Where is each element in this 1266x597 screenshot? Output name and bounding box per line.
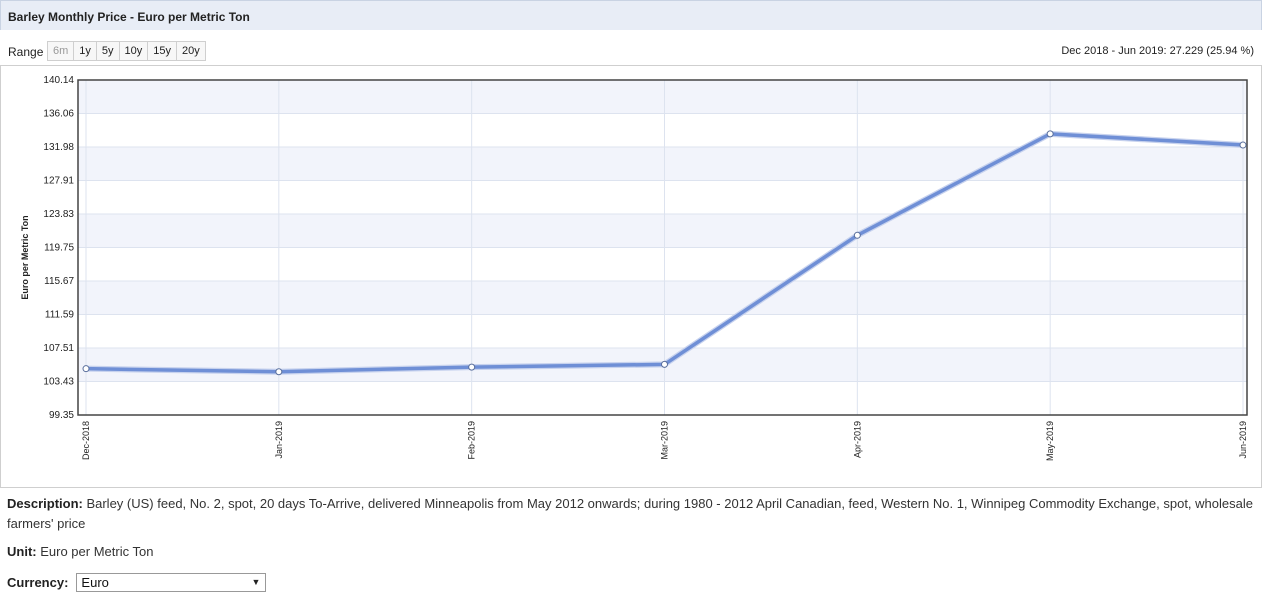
x-tick-label: Feb-2019 xyxy=(467,421,477,460)
data-point xyxy=(1239,141,1247,149)
plot-band xyxy=(78,214,1247,248)
data-point xyxy=(468,363,476,371)
range-button-group: 6m 1y 5y 10y 15y 20y xyxy=(47,41,206,61)
plot-band xyxy=(78,281,1247,315)
x-tick-label: Jan-2019 xyxy=(274,421,284,459)
range-change-summary: Dec 2018 - Jun 2019: 27.229 (25.94 %) xyxy=(1061,45,1254,57)
page-title: Barley Monthly Price - Euro per Metric T… xyxy=(8,10,250,24)
data-point xyxy=(275,368,283,376)
range-button-20y[interactable]: 20y xyxy=(176,41,206,61)
range-button-6m[interactable]: 6m xyxy=(47,41,75,61)
unit-label: Unit: xyxy=(7,544,37,559)
x-tick-label: Jun-2019 xyxy=(1238,421,1248,459)
currency-label: Currency: xyxy=(7,575,69,590)
unit-row: Unit: Euro per Metric Ton xyxy=(7,544,153,559)
range-button-1y[interactable]: 1y xyxy=(73,41,97,61)
range-selector: Range 6m 1y 5y 10y 15y 20y Dec 2018 - Ju… xyxy=(0,40,1262,62)
x-tick-label: Mar-2019 xyxy=(660,421,670,460)
currency-selected-value: Euro xyxy=(81,575,109,590)
page: Barley Monthly Price - Euro per Metric T… xyxy=(0,0,1266,597)
line-chart: 140.14 136.06 131.98 127.91 123.83 119.75 115.… xyxy=(20,75,1248,461)
data-point xyxy=(661,360,668,368)
data-point xyxy=(1046,130,1054,138)
y-tick-label: 103.43 xyxy=(43,377,74,388)
description: Description: Barley (US) feed, No. 2, sp… xyxy=(7,494,1257,534)
range-button-15y[interactable]: 15y xyxy=(147,41,178,61)
x-tick-label: May-2019 xyxy=(1045,421,1055,461)
range-label: Range xyxy=(8,45,44,59)
description-label: Description: xyxy=(7,496,83,511)
range-button-5y[interactable]: 5y xyxy=(95,41,120,61)
unit-value: Euro per Metric Ton xyxy=(36,544,154,559)
plot-band xyxy=(78,147,1247,181)
range-button-10y[interactable]: 10y xyxy=(118,41,149,61)
description-text: Barley (US) feed, No. 2, spot, 20 days T… xyxy=(7,496,1253,531)
chevron-down-icon: ▼ xyxy=(251,577,261,587)
y-tick-label: 111.59 xyxy=(45,310,75,321)
y-axis-title: Euro per Metric Ton xyxy=(20,215,30,299)
y-tick-label: 123.83 xyxy=(43,209,74,220)
chart-header: Barley Monthly Price - Euro per Metric T… xyxy=(0,0,1262,30)
x-tick-label: Apr-2019 xyxy=(852,421,862,458)
y-tick-label: 127.91 xyxy=(43,176,74,187)
y-tick-label: 107.51 xyxy=(43,343,74,354)
y-tick-label: 119.75 xyxy=(44,243,74,254)
currency-row: Currency: Euro ▼ xyxy=(7,573,267,592)
plot-band xyxy=(78,80,1247,114)
data-point xyxy=(853,231,861,239)
data-point xyxy=(82,365,90,373)
chart-container: 140.14 136.06 131.98 127.91 123.83 119.75 115.… xyxy=(0,65,1262,488)
x-tick-label: Dec-2018 xyxy=(81,421,91,460)
y-tick-label: 99.35 xyxy=(49,410,74,421)
y-tick-label: 115.67 xyxy=(44,276,74,287)
currency-select[interactable]: Euro ▼ xyxy=(76,573,267,592)
y-tick-label: 131.98 xyxy=(43,142,74,153)
y-tick-label: 136.06 xyxy=(43,109,74,120)
y-tick-label: 140.14 xyxy=(43,75,74,86)
